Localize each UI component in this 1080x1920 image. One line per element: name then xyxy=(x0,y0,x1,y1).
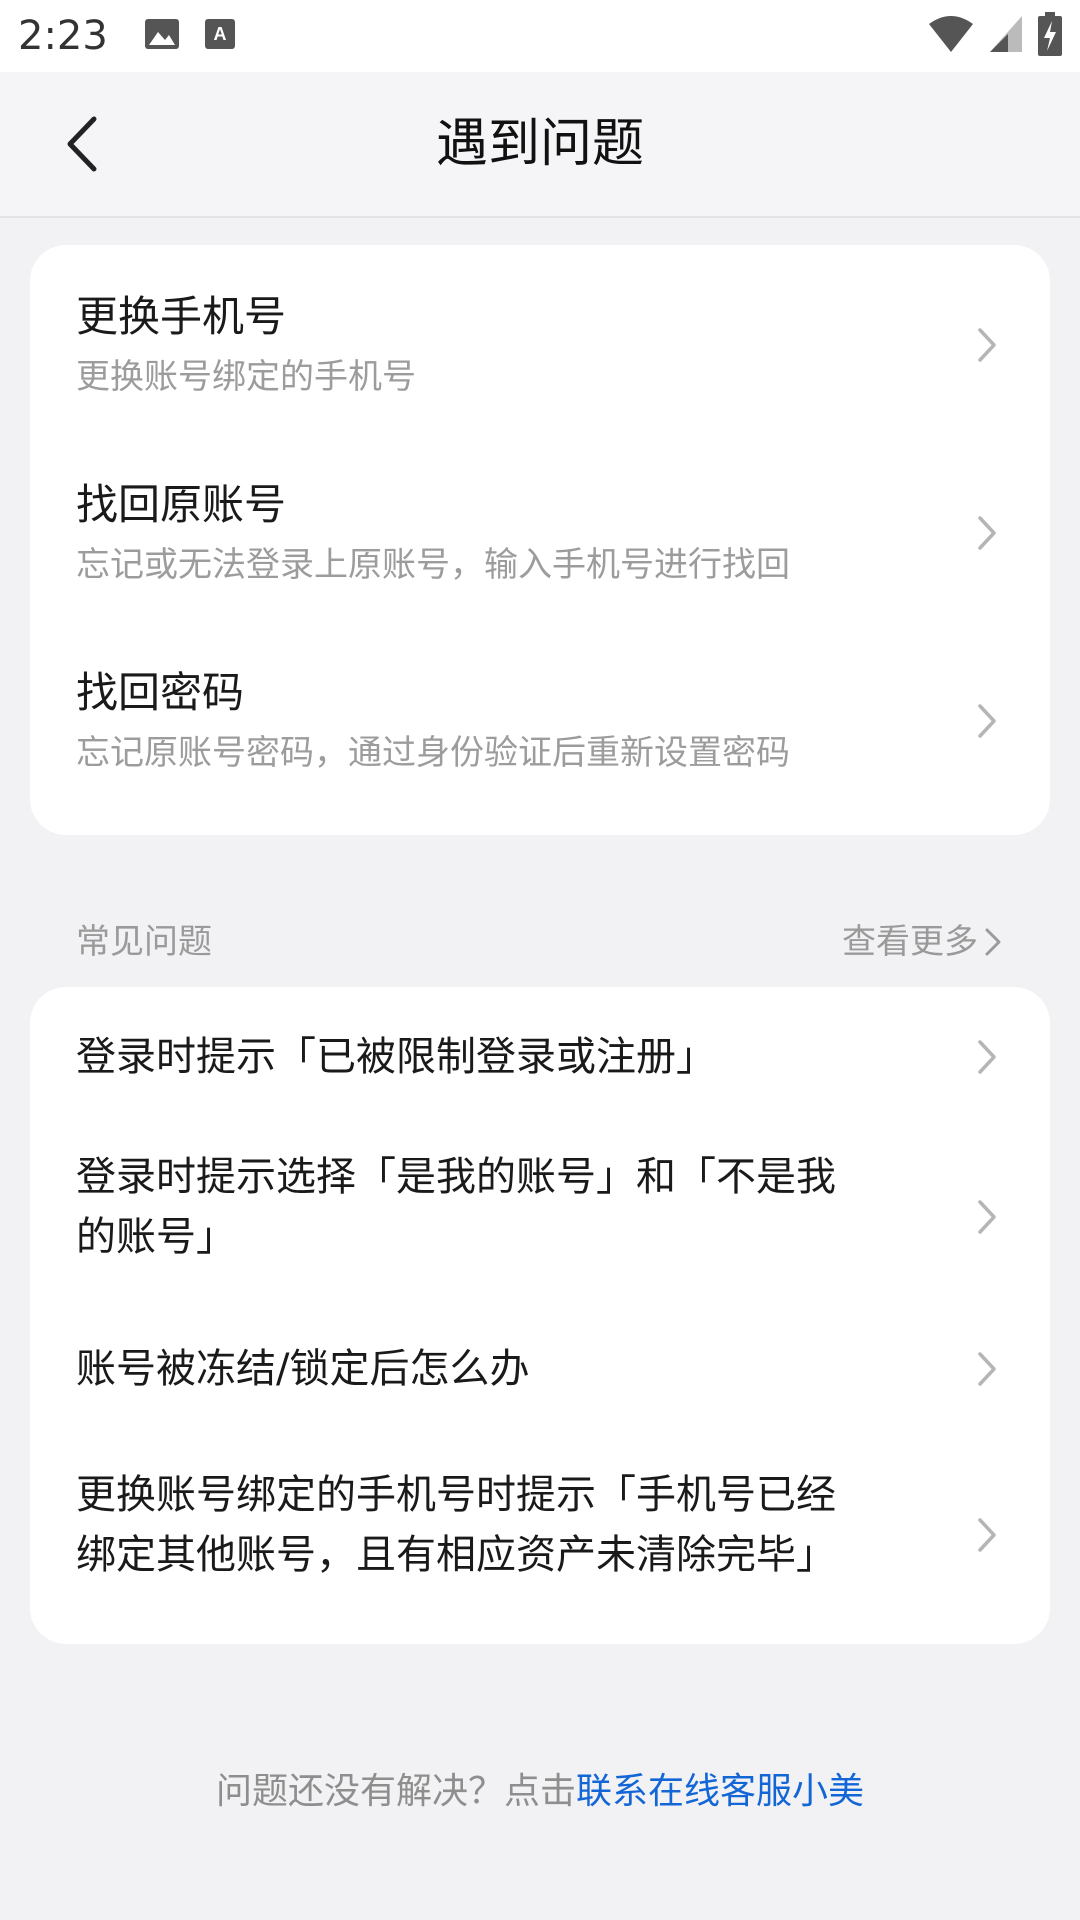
signal-icon xyxy=(988,14,1024,58)
faq-section-label: 常见问题 xyxy=(76,922,212,962)
option-title: 找回原账号 xyxy=(76,480,287,529)
faq-item-text: 登录时提示选择「是我的账号」和「不是我 的账号」 xyxy=(76,1147,956,1267)
app-bar: 遇到问题 xyxy=(0,72,1080,218)
faq-item[interactable]: 更换账号绑定的手机号时提示「手机号已经 绑定其他账号，且有相应资产未清除完毕」 xyxy=(30,1447,1050,1637)
option-title: 找回密码 xyxy=(76,668,245,717)
text-a-icon: A xyxy=(204,18,236,54)
status-time: 2:23 xyxy=(18,13,108,59)
image-icon xyxy=(144,18,180,54)
chevron-right-icon xyxy=(978,1200,996,1234)
chevron-right-icon xyxy=(978,704,996,738)
faq-item-line: 绑定其他账号，且有相应资产未清除完毕」 xyxy=(76,1532,836,1578)
wifi-icon xyxy=(928,14,974,58)
chevron-right-icon xyxy=(978,1352,996,1386)
option-subtitle: 更换账号绑定的手机号 xyxy=(76,357,416,397)
faq-item-text: 更换账号绑定的手机号时提示「手机号已经 绑定其他账号，且有相应资产未清除完毕」 xyxy=(76,1465,956,1585)
footer-text: 问题还没有解决？点击 xyxy=(215,1771,576,1812)
chevron-right-icon xyxy=(978,516,996,550)
faq-item-line: 账号被冻结/锁定后怎么办 xyxy=(76,1346,530,1392)
footer-help: 问题还没有解决？点击联系在线客服小美 xyxy=(0,1766,1080,1818)
faq-item-text: 账号被冻结/锁定后怎么办 xyxy=(76,1339,956,1399)
chevron-right-icon xyxy=(978,328,996,362)
faq-item-line: 的账号」 xyxy=(76,1214,236,1260)
option-subtitle: 忘记或无法登录上原账号，输入手机号进行找回 xyxy=(76,545,790,585)
svg-text:A: A xyxy=(213,24,226,44)
option-change-phone[interactable]: 更换手机号 更换账号绑定的手机号 xyxy=(30,245,1050,435)
option-title: 更换手机号 xyxy=(76,292,287,341)
faq-item[interactable]: 登录时提示选择「是我的账号」和「不是我 的账号」 xyxy=(30,1127,1050,1307)
faq-item[interactable]: 登录时提示「已被限制登录或注册」 xyxy=(30,987,1050,1127)
battery-charging-icon xyxy=(1038,12,1062,60)
option-recover-account[interactable]: 找回原账号 忘记或无法登录上原账号，输入手机号进行找回 xyxy=(30,435,1050,625)
contact-support-link[interactable]: 联系在线客服小美 xyxy=(576,1771,864,1812)
option-subtitle: 忘记原账号密码，通过身份验证后重新设置密码 xyxy=(76,733,790,773)
see-more-label: 查看更多 xyxy=(842,922,978,962)
status-bar: 2:23 A xyxy=(0,0,1080,72)
faq-item[interactable]: 账号被冻结/锁定后怎么办 xyxy=(30,1307,1050,1447)
faq-card: 登录时提示「已被限制登录或注册」 登录时提示选择「是我的账号」和「不是我 的账号… xyxy=(30,987,1050,1644)
option-recover-password[interactable]: 找回密码 忘记原账号密码，通过身份验证后重新设置密码 xyxy=(30,625,1050,815)
chevron-right-icon xyxy=(978,1518,996,1552)
faq-item-line: 登录时提示「已被限制登录或注册」 xyxy=(76,1034,716,1080)
account-options-card: 更换手机号 更换账号绑定的手机号 找回原账号 忘记或无法登录上原账号，输入手机号… xyxy=(30,245,1050,835)
page-title: 遇到问题 xyxy=(435,114,644,174)
see-more-link[interactable]: 查看更多 xyxy=(842,918,1002,966)
faq-item-text: 登录时提示「已被限制登录或注册」 xyxy=(76,1027,956,1087)
faq-item-line: 更换账号绑定的手机号时提示「手机号已经 xyxy=(76,1472,836,1518)
chevron-right-icon xyxy=(978,1040,996,1074)
chevron-right-icon xyxy=(985,928,1001,956)
faq-item-line: 登录时提示选择「是我的账号」和「不是我 xyxy=(76,1154,836,1200)
